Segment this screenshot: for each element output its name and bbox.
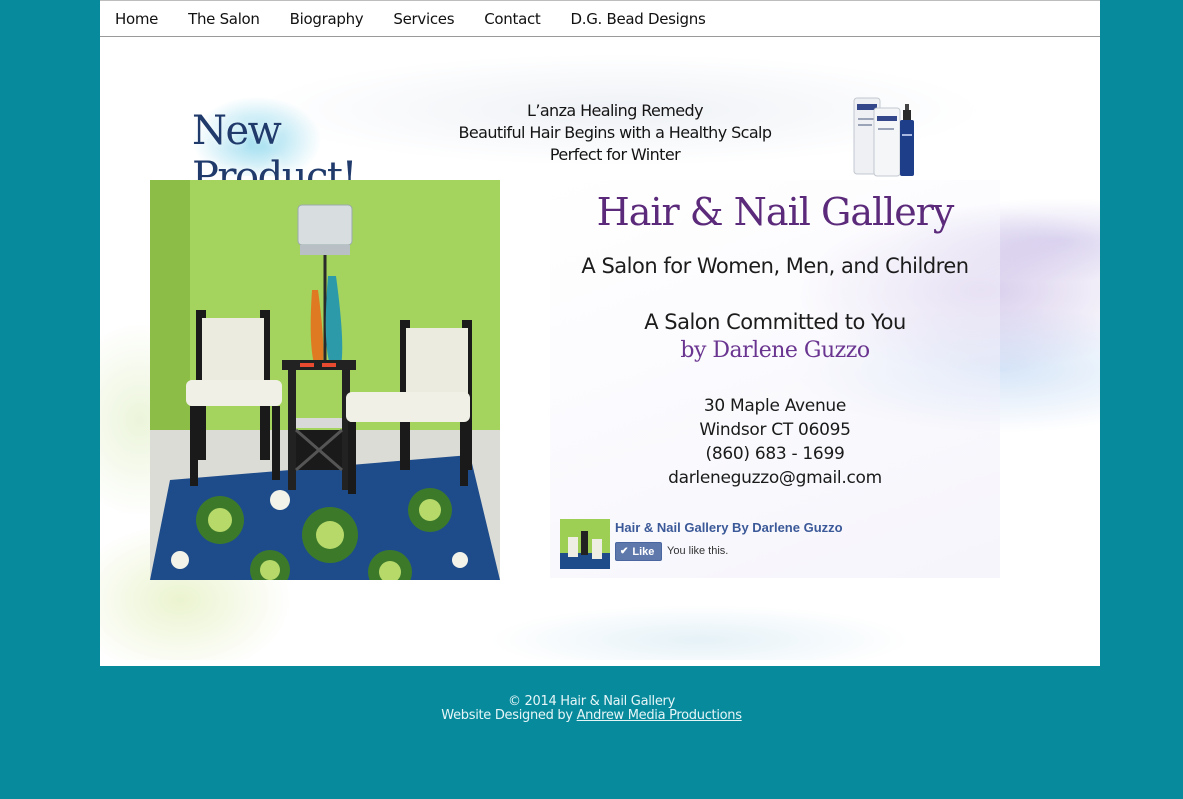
footer-designed-by: Website Designed by (441, 708, 573, 723)
product-bottles-image (853, 97, 914, 177)
thumbs-up-icon: ✔ (620, 546, 629, 557)
like-button-label: Like (632, 545, 655, 558)
page-footer: © 2014 Hair & Nail Gallery Website Desig… (0, 695, 1183, 723)
facebook-like-button[interactable]: ✔ Like (615, 542, 662, 561)
nav-home[interactable]: Home (115, 10, 158, 28)
salon-interior-photo (150, 180, 500, 580)
banner-line-product: L’anza Healing Remedy (527, 101, 703, 120)
nav-dg-bead-designs[interactable]: D.G. Bead Designs (571, 10, 706, 28)
nav-biography[interactable]: Biography (290, 10, 364, 28)
address-city: Windsor CT 06095 (699, 420, 851, 440)
phone-number: (860) 683 - 1699 (705, 444, 845, 464)
contact-address-block: 30 Maple Avenue Windsor CT 06095 (860) 6… (550, 394, 1000, 490)
email-address: darleneguzzo@gmail.com (668, 468, 882, 488)
salon-committed-text: A Salon Committed to You (644, 310, 906, 334)
content-area: Home The Salon Biography Services Contac… (100, 0, 1100, 666)
banner-line-slogan: Beautiful Hair Begins with a Healthy Sca… (458, 123, 773, 142)
salon-name-heading: Hair & Nail Gallery (596, 190, 955, 234)
banner-line-season: Perfect for Winter (549, 145, 681, 164)
owner-byline: by Darlene Guzzo (680, 338, 870, 363)
address-street: 30 Maple Avenue (703, 396, 847, 416)
footer-credit: Website Designed by Andrew Media Product… (0, 709, 1183, 723)
footer-copyright: © 2014 Hair & Nail Gallery (508, 694, 675, 709)
facebook-like-widget: Hair & Nail Gallery By Darlene Guzzo ✔ L… (560, 518, 880, 570)
nav-contact[interactable]: Contact (484, 10, 541, 28)
nav-the-salon[interactable]: The Salon (188, 10, 260, 28)
banner-text: L’anza Healing Remedy Beautiful Hair Beg… (440, 100, 790, 166)
designer-link[interactable]: Andrew Media Productions (577, 708, 742, 723)
nav-services[interactable]: Services (393, 10, 454, 28)
facebook-like-status: You like this. (667, 545, 729, 557)
facebook-page-name-link[interactable]: Hair & Nail Gallery By Darlene Guzzo (615, 520, 843, 535)
main-navigation: Home The Salon Biography Services Contac… (100, 0, 1100, 37)
facebook-page-thumbnail[interactable] (560, 519, 610, 569)
salon-tagline: A Salon for Women, Men, and Children (581, 254, 969, 278)
